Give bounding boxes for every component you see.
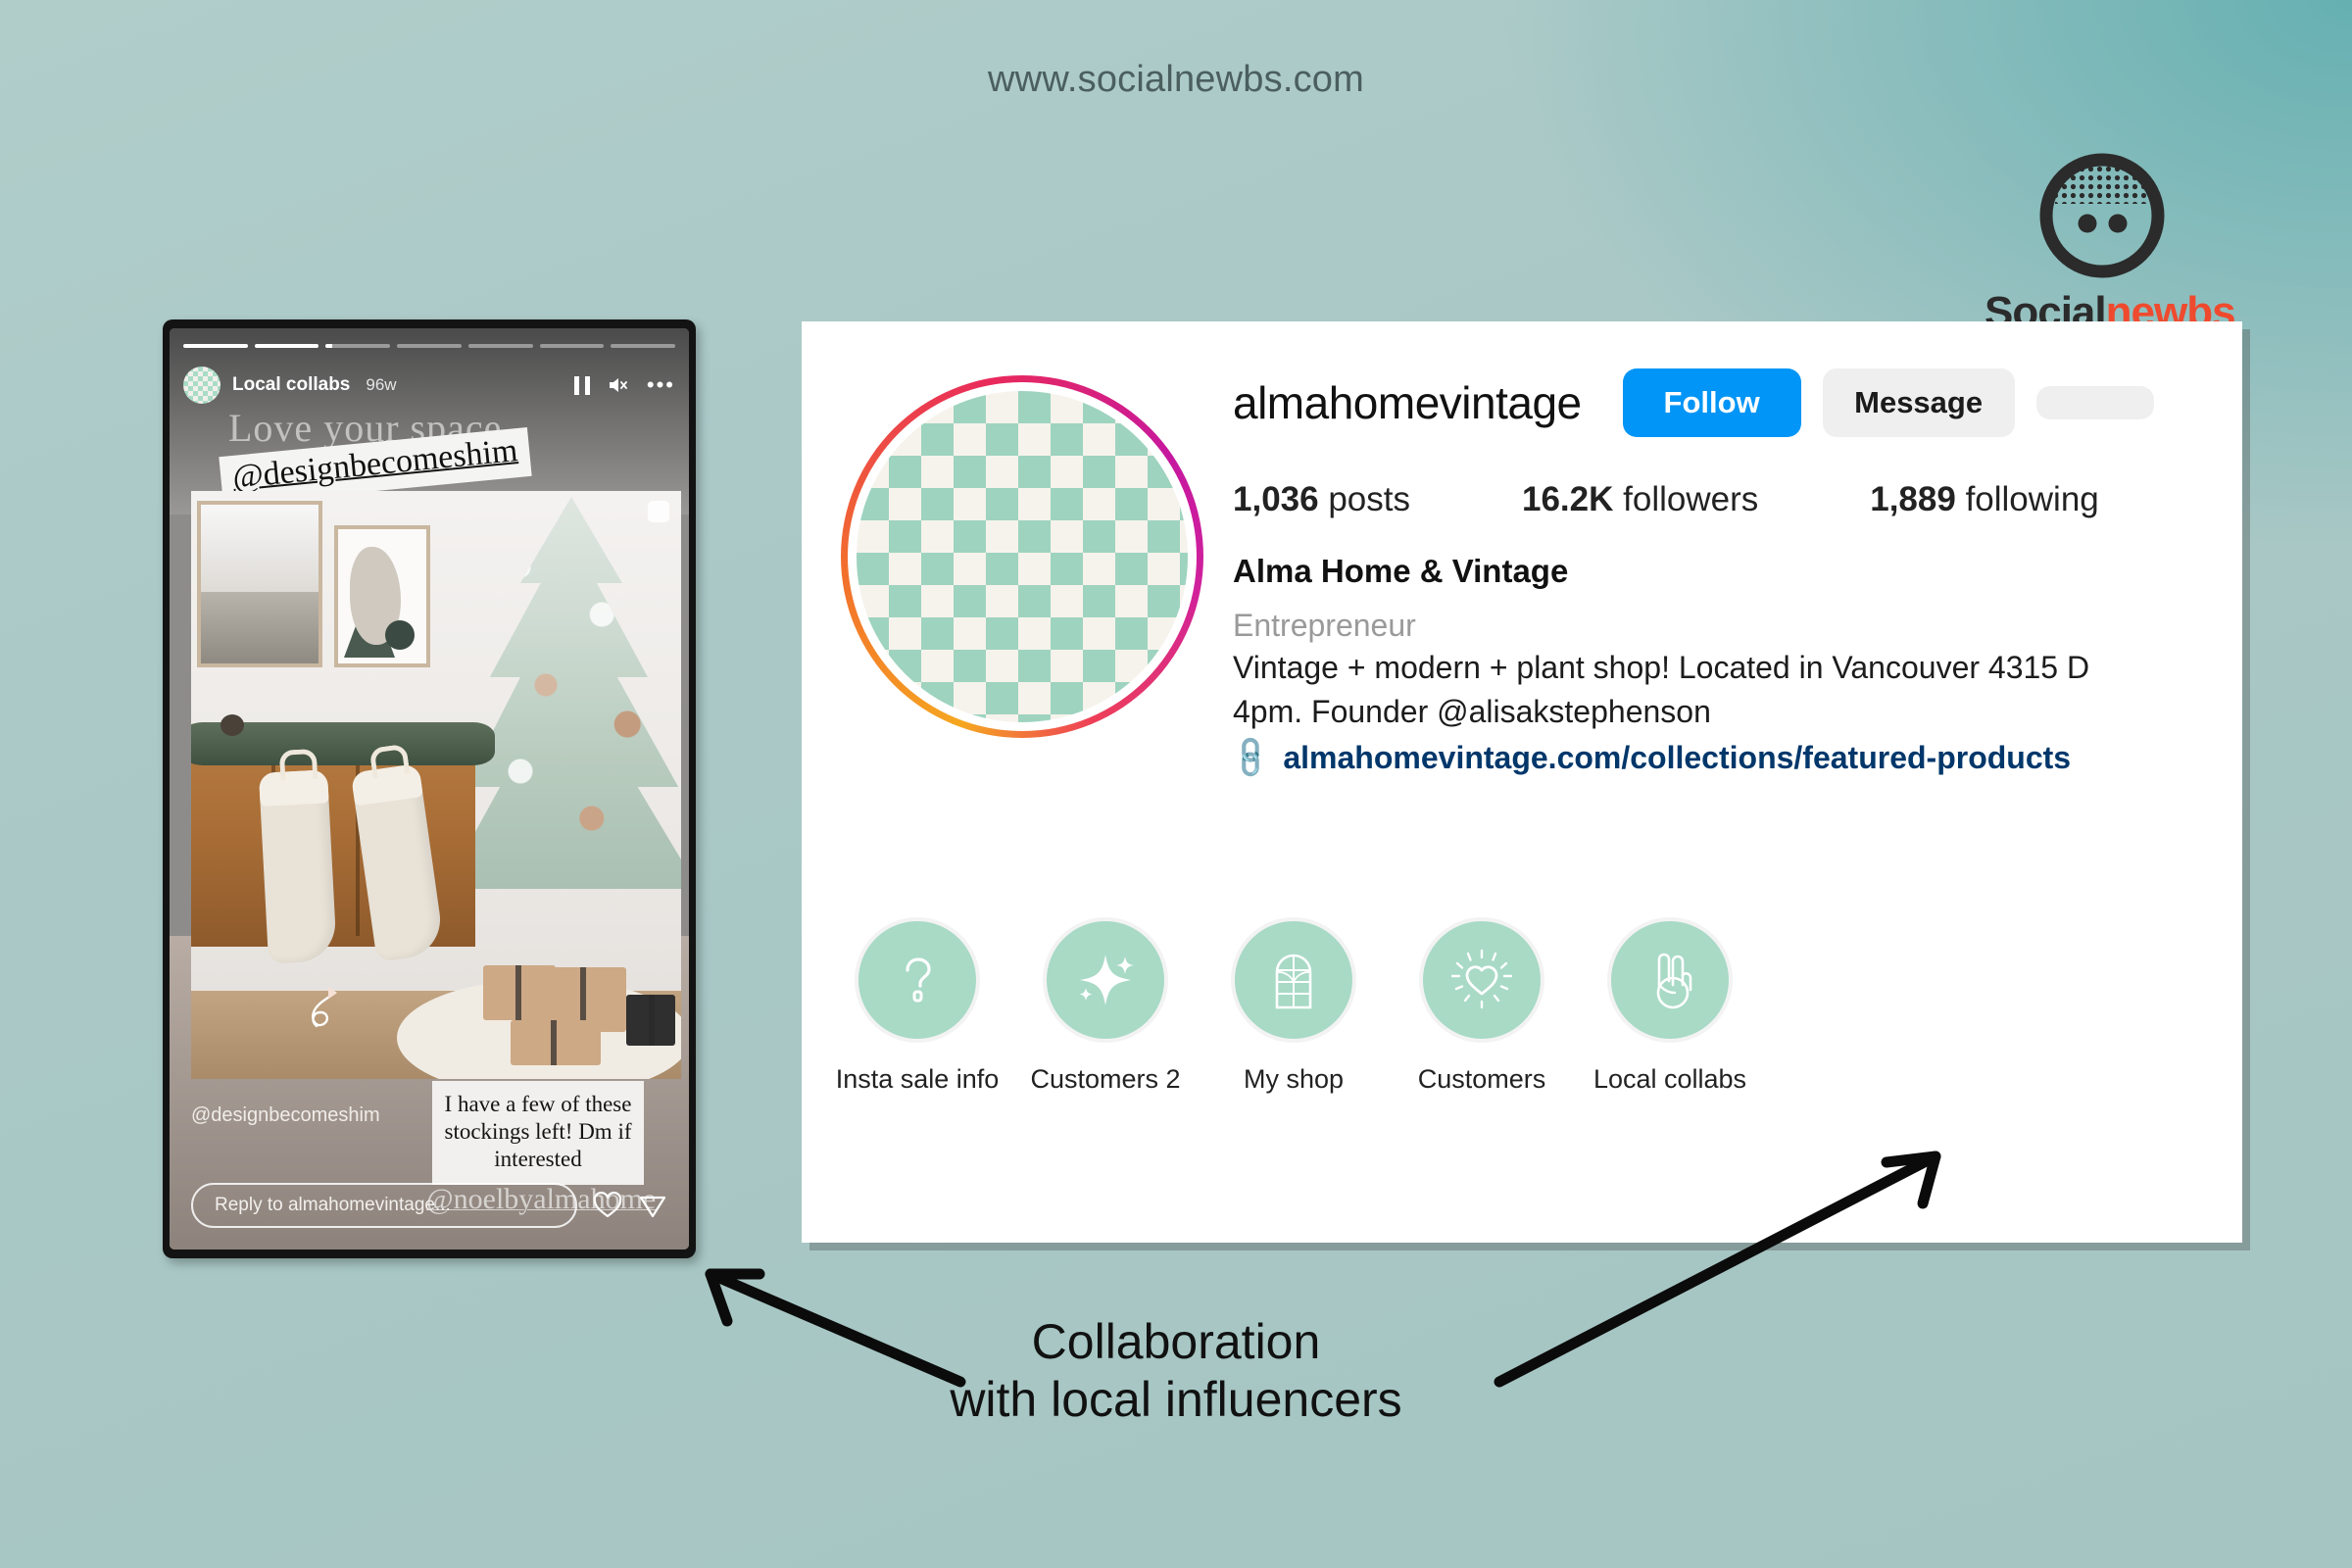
highlight-label: Customers <box>1417 1064 1546 1094</box>
stat-posts-value: 1,036 <box>1233 480 1319 518</box>
profile-link-text: almahomevintage.com/collections/featured… <box>1283 739 2072 775</box>
socialnewbs-logo: Socialnewbs <box>1984 147 2236 337</box>
progress-segment <box>397 344 462 348</box>
wall-art-left <box>197 501 322 667</box>
instagram-profile-card: almahomevintage Follow Message 1,036 pos… <box>802 321 2242 1243</box>
story-gradient-ring <box>841 375 1203 738</box>
highlight-label: Local collabs <box>1592 1064 1747 1094</box>
avatar-image <box>857 391 1188 722</box>
pine-garland <box>191 714 495 765</box>
progress-segment <box>611 344 676 348</box>
stat-following-value: 1,889 <box>1870 480 1956 518</box>
story-dm-text-sticker: I have a few of these stockings left! Dm… <box>432 1081 644 1186</box>
profile-full-name: Alma Home & Vintage <box>1233 553 1569 589</box>
highlight-cover <box>1231 917 1356 1043</box>
highlight-cover <box>1043 917 1168 1043</box>
annotation-line-2: with local influencers <box>950 1372 1402 1427</box>
stocking <box>258 769 338 964</box>
highlight-my-shop[interactable]: My shop <box>1200 917 1388 1095</box>
sparkle-icon <box>1079 955 1134 1005</box>
follow-button[interactable]: Follow <box>1622 368 1801 437</box>
progress-segment <box>539 344 605 348</box>
highlight-insta-sale-info[interactable]: Insta sale info <box>823 917 1011 1095</box>
progress-segment <box>254 344 319 348</box>
profile-category: Entrepreneur <box>1233 608 1416 643</box>
story-highlights-row: Insta sale info Customers 2 My shop Cust… <box>802 917 2242 1095</box>
story-reply-input[interactable]: Reply to almahomevintage... <box>191 1183 577 1228</box>
highlight-cover <box>1607 917 1733 1043</box>
radiant-heart-icon <box>1450 949 1513 1009</box>
story-progress-bar[interactable] <box>183 344 676 348</box>
stat-posts[interactable]: 1,036 posts <box>1233 480 1410 519</box>
profile-link-row[interactable]: 🔗 almahomevintage.com/collections/featur… <box>1227 734 2242 783</box>
mute-icon[interactable] <box>608 375 629 395</box>
profile-header-row: almahomevintage Follow Message <box>1233 368 2242 437</box>
stat-followers[interactable]: 16.2K followers <box>1522 480 1758 519</box>
stat-posts-label: posts <box>1328 480 1410 518</box>
more-options-button[interactable] <box>2035 386 2154 419</box>
profile-bio-line-1: Vintage + modern + plant shop! Located i… <box>1233 650 2090 685</box>
link-chain-icon: 🔗 <box>1226 733 1276 783</box>
story-photo <box>191 491 681 1079</box>
progress-segment <box>467 344 533 348</box>
wall-art-right <box>334 525 430 667</box>
peace-hand-icon <box>1656 953 1692 1009</box>
story-highlight-name: Local collabs <box>232 374 351 395</box>
message-button[interactable]: Message <box>1822 368 2015 437</box>
highlight-cover <box>855 917 980 1043</box>
story-reply-bar: Reply to almahomevintage... <box>191 1183 667 1228</box>
story-author-avatar[interactable] <box>183 367 220 404</box>
highlight-label: My shop <box>1243 1064 1345 1094</box>
more-icon[interactable]: ••• <box>647 374 675 396</box>
highlight-cover <box>1419 917 1544 1043</box>
highlight-label: Customers 2 <box>1030 1064 1181 1094</box>
send-icon[interactable] <box>638 1192 667 1219</box>
story-header: Local collabs 96w ••• <box>183 364 675 407</box>
highlight-label: Insta sale info <box>835 1064 1000 1094</box>
instagram-story-viewer: Local collabs 96w ••• Love your space @d… <box>163 319 696 1258</box>
socialnewbs-face-icon <box>2034 147 2171 284</box>
heart-icon[interactable] <box>593 1192 622 1219</box>
profile-avatar[interactable] <box>841 375 1203 738</box>
pause-icon[interactable] <box>573 375 590 395</box>
profile-stats: 1,036 posts 16.2K followers 1,889 follow… <box>1233 480 2242 519</box>
highlight-customers[interactable]: Customers <box>1388 917 1576 1095</box>
story-sticker-square <box>648 501 669 522</box>
gift-box <box>511 1020 601 1065</box>
site-url: www.socialnewbs.com <box>988 59 1364 100</box>
progress-segment <box>183 344 248 348</box>
annotation-line-1: Collaboration <box>1031 1314 1321 1369</box>
stat-followers-value: 16.2K <box>1521 480 1614 518</box>
progress-segment <box>325 344 391 348</box>
arrow-doodle-icon <box>312 987 337 1028</box>
highlight-local-collabs[interactable]: Local collabs <box>1576 917 1764 1095</box>
gift-box <box>626 995 675 1046</box>
stat-following[interactable]: 1,889 following <box>1870 480 2099 519</box>
profile-bio-line-2: 4pm. Founder @alisakstephenson <box>1233 693 1711 729</box>
stat-followers-label: followers <box>1623 480 1759 518</box>
stat-following-label: following <box>1965 480 2099 518</box>
question-mark-icon <box>906 957 931 1003</box>
annotation-caption: Collaboration with local influencers <box>0 1313 2352 1429</box>
profile-username: almahomevintage <box>1233 377 1582 428</box>
story-timestamp: 96w <box>366 375 397 394</box>
highlight-customers-2[interactable]: Customers 2 <box>1011 917 1200 1095</box>
story-collab-handle: @designbecomeshim <box>191 1104 380 1126</box>
arched-window-icon <box>1275 954 1312 1009</box>
